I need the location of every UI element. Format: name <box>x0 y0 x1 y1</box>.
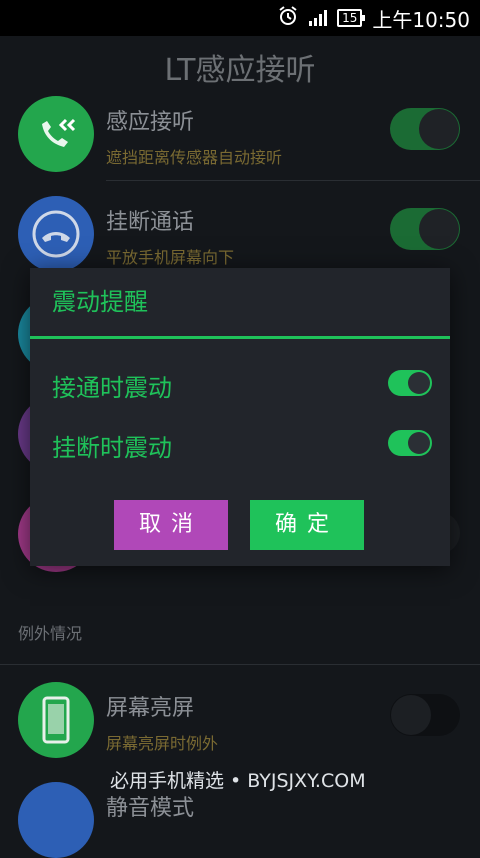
row-title: 屏幕亮屏 <box>106 696 195 721</box>
alarm-icon <box>277 5 299 32</box>
dialog-title: 震动提醒 <box>52 288 148 316</box>
battery-icon: 15 <box>337 9 366 27</box>
cancel-button[interactable]: 取消 <box>114 500 228 550</box>
vibrate-on-hangup-toggle[interactable] <box>388 430 432 456</box>
setting-row-auto-answer[interactable]: 感应接听 遮挡距离传感器自动接听 <box>0 96 480 186</box>
hangup-toggle[interactable] <box>390 208 460 250</box>
toggle-knob <box>419 109 459 149</box>
section-divider <box>0 664 480 665</box>
row-divider <box>106 180 480 181</box>
toggle-knob <box>419 209 459 249</box>
status-bar: 15 上午10:50 <box>0 0 480 36</box>
toggle-knob <box>391 695 431 735</box>
auto-answer-toggle[interactable] <box>390 108 460 150</box>
option-vibrate-on-answer[interactable]: 接通时震动 <box>52 364 432 404</box>
silent-mode-icon <box>18 782 94 858</box>
row-title: 感应接听 <box>106 110 195 135</box>
row-title: 挂断通话 <box>106 210 195 235</box>
row-subtitle: 平放手机屏幕向下 <box>106 248 235 267</box>
row-title: 静音模式 <box>106 796 195 821</box>
toggle-knob <box>408 372 430 394</box>
screen-on-toggle[interactable] <box>390 694 460 736</box>
signal-icon <box>309 10 328 26</box>
dialog-title-divider <box>30 336 450 339</box>
setting-row-hangup[interactable]: 挂断通话 平放手机屏幕向下 <box>0 196 480 276</box>
status-time: 上午10:50 <box>372 7 470 32</box>
row-subtitle: 屏幕亮屏时例外 <box>106 734 219 753</box>
vibrate-on-answer-toggle[interactable] <box>388 370 432 396</box>
row-subtitle: 遮挡距离传感器自动接听 <box>106 148 283 167</box>
smartphone-icon <box>18 682 94 758</box>
phone-incoming-icon <box>18 96 94 172</box>
option-label: 挂断时震动 <box>52 434 172 462</box>
option-label: 接通时震动 <box>52 374 172 402</box>
hangup-icon <box>18 196 94 272</box>
vibration-dialog: 震动提醒 接通时震动 挂断时震动 取消 确定 <box>30 268 450 566</box>
option-vibrate-on-hangup[interactable]: 挂断时震动 <box>52 424 432 464</box>
ok-button[interactable]: 确定 <box>250 500 364 550</box>
section-label: 例外情况 <box>18 624 83 643</box>
toggle-knob <box>408 432 430 454</box>
watermark-text: 必用手机精选 • BYJSJXY.COM <box>110 770 366 792</box>
setting-row-screen-on[interactable]: 屏幕亮屏 屏幕亮屏时例外 <box>0 682 480 762</box>
